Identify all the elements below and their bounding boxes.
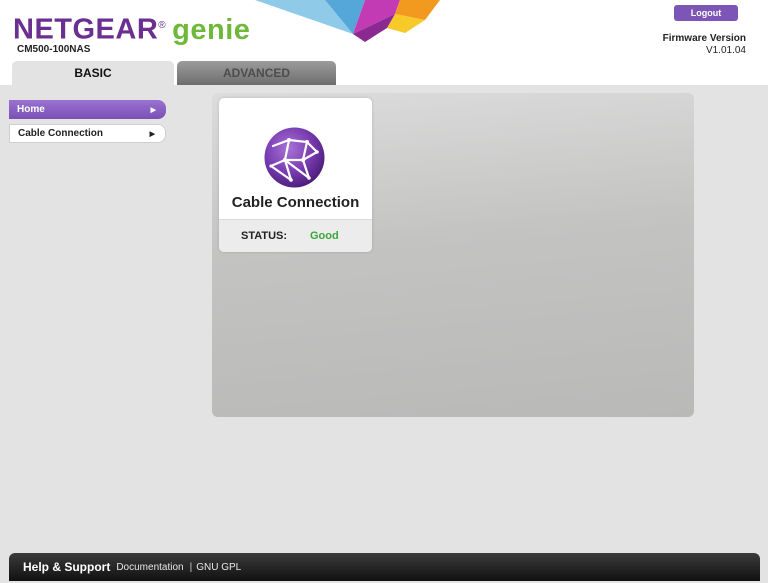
sidebar-item-label: Cable Connection: [18, 128, 104, 139]
netgear-genie-logo: NETGEAR® genie: [13, 9, 250, 47]
status-value: Good: [310, 230, 339, 242]
brand-registered-mark: ®: [158, 20, 167, 31]
footer: Help & Support Documentation | GNU GPL: [9, 553, 760, 581]
decorative-shapes: [255, 0, 440, 42]
arrow-right-icon: ▶: [150, 106, 156, 114]
gnu-gpl-link[interactable]: GNU GPL: [196, 562, 241, 573]
arrow-right-icon: ▶: [149, 130, 155, 138]
globe-icon: [264, 127, 325, 188]
tab-advanced[interactable]: ADVANCED: [177, 61, 336, 85]
brand-netgear: NETGEAR: [13, 13, 159, 46]
cable-connection-card[interactable]: Cable Connection STATUS: Good: [219, 98, 372, 252]
footer-separator: |: [189, 561, 193, 573]
documentation-link[interactable]: Documentation: [116, 562, 183, 573]
card-status-bar: STATUS: Good: [219, 219, 372, 252]
header: NETGEAR® genie CM500-100NAS Logout Firmwa…: [0, 0, 768, 85]
help-support-title: Help & Support: [23, 560, 111, 574]
sidebar-item-label: Home: [17, 104, 45, 115]
firmware-version-value: V1.01.04: [705, 45, 746, 56]
model-number: CM500-100NAS: [17, 44, 91, 55]
tab-basic[interactable]: BASIC: [12, 61, 174, 85]
sidebar-item-cable-connection[interactable]: Cable Connection ▶: [9, 124, 166, 143]
firmware-version-label: Firmware Version: [662, 33, 746, 44]
brand-genie: genie: [172, 13, 251, 46]
card-title: Cable Connection: [231, 194, 360, 211]
sidebar-item-home[interactable]: Home ▶: [9, 100, 166, 119]
logout-button[interactable]: Logout: [674, 5, 738, 21]
status-label: STATUS:: [241, 230, 288, 242]
